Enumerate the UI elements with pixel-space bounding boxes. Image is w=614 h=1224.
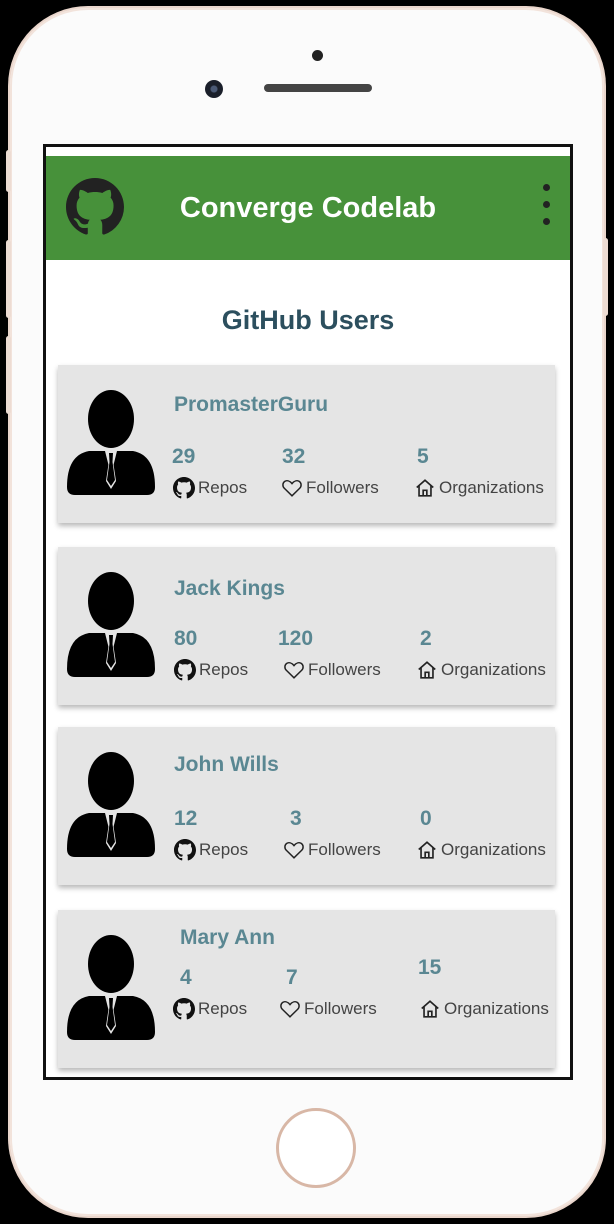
home-icon xyxy=(416,479,434,497)
volume-up-button xyxy=(6,240,11,318)
user-name[interactable]: PromasterGuru xyxy=(174,393,328,417)
home-icon xyxy=(421,1000,439,1018)
repos-count: 29 xyxy=(172,445,196,468)
person-icon xyxy=(67,752,155,857)
repos-label: Repos xyxy=(173,477,247,499)
person-icon xyxy=(67,935,155,1040)
organizations-count: 5 xyxy=(417,445,429,468)
user-card[interactable]: John Wills 12 Repos 3 Followers 0 Organi… xyxy=(58,727,555,885)
organizations-count: 0 xyxy=(420,807,432,830)
heart-icon xyxy=(282,480,302,497)
followers-label: Followers xyxy=(281,477,379,499)
heart-icon xyxy=(284,662,304,679)
user-card[interactable]: Mary Ann 4 Repos 7 Followers 15 Organiza… xyxy=(58,910,555,1068)
power-button xyxy=(603,238,608,316)
organizations-label: Organizations xyxy=(416,659,546,681)
repos-text: Repos xyxy=(199,840,249,859)
followers-text: Followers xyxy=(304,999,377,1018)
page-title: GitHub Users xyxy=(221,305,395,335)
repos-label: Repos xyxy=(174,659,248,681)
app-title: Converge Codelab xyxy=(179,191,437,224)
followers-label: Followers xyxy=(283,839,381,861)
organizations-text: Organizations xyxy=(444,999,549,1018)
person-icon xyxy=(67,572,155,677)
repos-count: 4 xyxy=(180,966,192,989)
app-screen: Converge Codelab GitHub Users PromasterG… xyxy=(43,144,573,1080)
status-bar xyxy=(46,147,570,156)
organizations-count: 15 xyxy=(418,956,442,979)
organizations-label: Organizations xyxy=(414,477,544,499)
github-icon xyxy=(174,839,196,861)
front-camera xyxy=(205,80,223,98)
earpiece-speaker xyxy=(264,84,372,92)
volume-down-button xyxy=(6,336,11,414)
followers-count: 7 xyxy=(286,966,298,989)
organizations-label: Organizations xyxy=(419,998,549,1020)
followers-count: 32 xyxy=(282,445,306,468)
repos-text: Repos xyxy=(198,478,248,497)
heart-icon xyxy=(284,842,304,859)
home-icon xyxy=(418,661,436,679)
home-button[interactable] xyxy=(276,1108,356,1188)
github-icon xyxy=(173,998,195,1020)
person-icon xyxy=(67,390,155,495)
organizations-text: Organizations xyxy=(441,840,546,859)
followers-text: Followers xyxy=(306,478,379,497)
app-bar: Converge Codelab xyxy=(46,156,570,260)
user-card[interactable]: Jack Kings 80 Repos 120 Followers 2 Orga… xyxy=(58,547,555,705)
github-icon[interactable] xyxy=(66,178,124,236)
organizations-count: 2 xyxy=(420,627,432,650)
organizations-label: Organizations xyxy=(416,839,546,861)
followers-text: Followers xyxy=(308,840,381,859)
followers-label: Followers xyxy=(283,659,381,681)
organizations-text: Organizations xyxy=(441,660,546,679)
heart-icon xyxy=(280,1001,300,1018)
followers-text: Followers xyxy=(308,660,381,679)
repos-text: Repos xyxy=(199,660,249,679)
user-name[interactable]: Jack Kings xyxy=(174,577,285,601)
repos-text: Repos xyxy=(198,999,248,1018)
more-vert-icon[interactable] xyxy=(542,184,550,232)
repos-count: 80 xyxy=(174,627,198,650)
proximity-sensor xyxy=(312,50,323,61)
followers-label: Followers xyxy=(279,998,377,1020)
organizations-text: Organizations xyxy=(439,478,544,497)
repos-label: Repos xyxy=(174,839,248,861)
github-icon xyxy=(174,659,196,681)
user-card[interactable]: PromasterGuru 29 Repos 32 Followers 5 Or… xyxy=(58,365,555,523)
repos-count: 12 xyxy=(174,807,198,830)
followers-count: 120 xyxy=(278,627,314,650)
user-name[interactable]: Mary Ann xyxy=(180,926,275,950)
repos-label: Repos xyxy=(173,998,247,1020)
home-icon xyxy=(418,841,436,859)
user-name[interactable]: John Wills xyxy=(174,753,279,777)
followers-count: 3 xyxy=(290,807,302,830)
github-icon xyxy=(173,477,195,499)
mute-switch xyxy=(6,150,11,192)
